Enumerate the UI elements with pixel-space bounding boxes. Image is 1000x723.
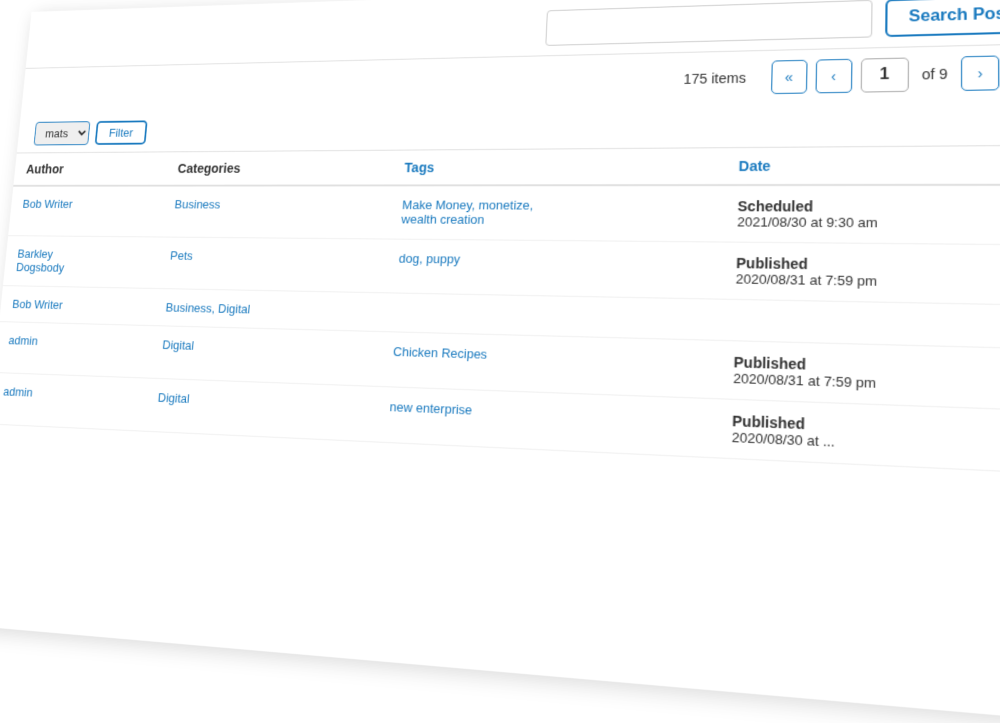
row-categories: Pets — [155, 237, 387, 293]
date-status: Scheduled — [737, 198, 1000, 215]
next-page-button[interactable]: › — [961, 55, 999, 90]
row-categories: Business — [160, 185, 391, 239]
search-posts-button[interactable]: Search Posts — [885, 0, 1000, 37]
row-tags: Make Money, monetize,wealth creation — [387, 185, 723, 242]
row-author: admin — [0, 322, 152, 378]
col-header-tags: Tags — [390, 148, 724, 185]
row-author: admin — [0, 372, 147, 431]
col-header-date[interactable]: Date — [724, 146, 1000, 186]
row-date: Scheduled 2021/08/30 at 9:30 am — [722, 185, 1000, 246]
row-author: BarkleyDogsbody — [3, 236, 160, 289]
row-author: Bob Writer — [0, 286, 155, 326]
row-tags: dog, puppy — [384, 239, 722, 299]
row-date: Published 2020/08/31 at 7:59 pm — [720, 242, 1000, 306]
date-value: 2021/08/30 at 9:30 am — [737, 214, 1000, 231]
first-page-button[interactable]: « — [771, 60, 808, 94]
page-of-label: of 9 — [922, 66, 948, 83]
format-select[interactable]: mats — [34, 121, 91, 145]
row-categories: Digital — [143, 378, 378, 442]
search-input[interactable] — [545, 0, 872, 46]
row-categories: Business, Digital — [152, 288, 384, 331]
col-header-author: Author — [13, 152, 167, 185]
prev-page-button[interactable]: ‹ — [815, 59, 852, 94]
table-header-row: Author Categories Tags Date — [13, 146, 1000, 186]
main-container: Search Posts 175 items « ‹ 1 of 9 › » ma… — [0, 0, 1000, 723]
posts-table: Author Categories Tags Date Bob Writer B… — [0, 146, 1000, 476]
row-tags: new enterprise — [374, 386, 718, 457]
row-author: Bob Writer — [8, 186, 164, 237]
date-value: 2020/08/31 at 7:59 pm — [736, 271, 1000, 292]
current-page-button[interactable]: 1 — [860, 58, 908, 93]
items-count: 175 items — [683, 70, 746, 87]
row-categories: Digital — [147, 326, 381, 387]
posts-table-container: Author Categories Tags Date Bob Writer B… — [0, 146, 1000, 476]
row-date: Published 2020/08/30 at ... — [716, 399, 1000, 475]
col-header-categories: Categories — [164, 151, 392, 186]
filter-button[interactable]: Filter — [95, 120, 148, 144]
